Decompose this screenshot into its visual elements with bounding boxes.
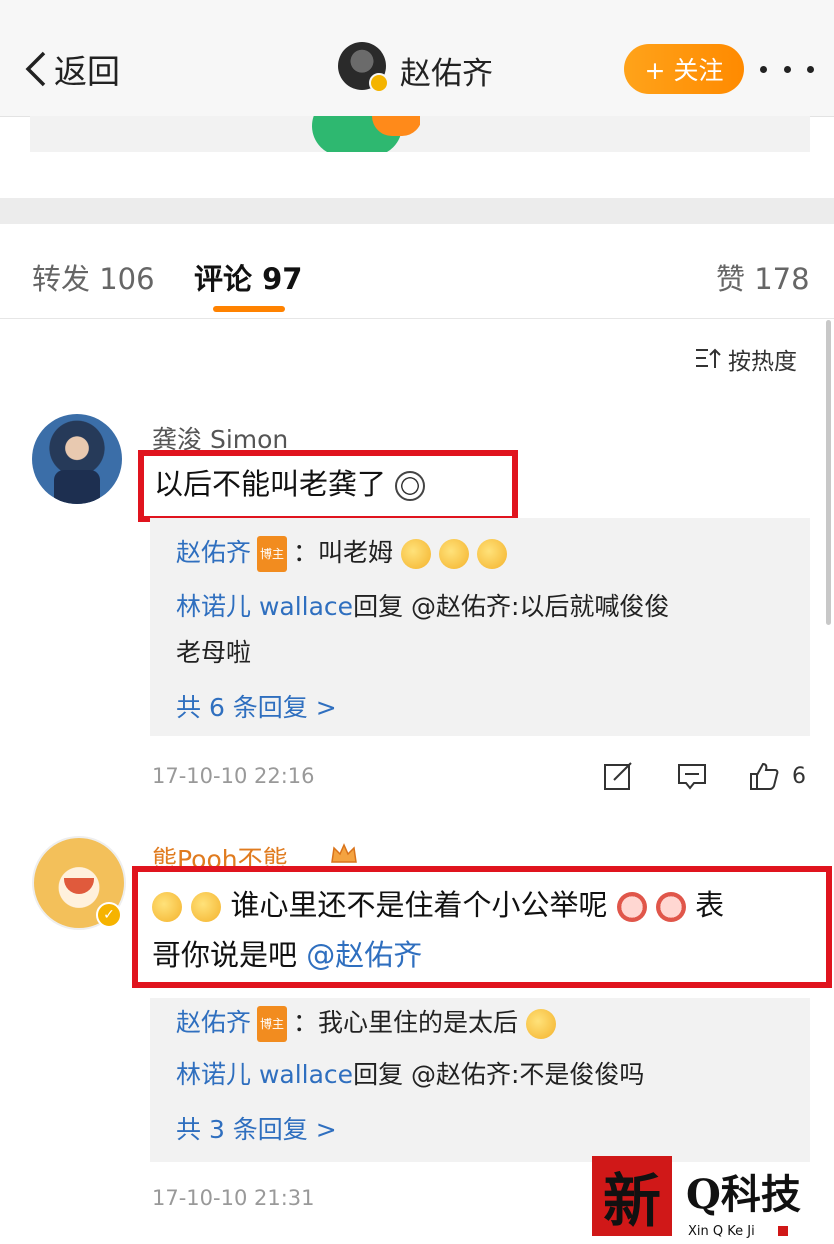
comment-text: 以后不能叫老龚了: [154, 459, 426, 509]
comment-timestamp: 17-10-10 22:16: [152, 764, 315, 788]
section-separator: [0, 198, 834, 224]
comment-text-line1: 谁心里还不是住着个小公举呢: [230, 888, 608, 922]
reply-line: 赵佑齐 博主 ：叫老姆: [176, 536, 507, 572]
header-user-name[interactable]: 赵佑齐: [400, 48, 493, 93]
view-more-replies-link[interactable]: 共 3 条回复 >: [176, 1110, 337, 1146]
reply-line: 林诺儿 wallace回复 @赵佑齐:不是俊俊吗: [176, 1058, 644, 1092]
comment-text: 谁心里还不是住着个小公举呢 表 哥你说是吧 @赵佑齐: [152, 880, 812, 980]
doge-emoji-icon: [395, 471, 426, 501]
reply-text: ：我心里住的是太后: [293, 1008, 519, 1037]
reply-author[interactable]: 林诺儿 wallace: [176, 592, 353, 621]
tab-reposts[interactable]: 转发 106: [32, 256, 155, 298]
watermark-title: Q科技: [686, 1171, 801, 1218]
thinking-emoji-icon: [191, 892, 222, 922]
author-tag: 博主: [257, 536, 288, 572]
thinking-emoji-icon: [401, 539, 431, 569]
repost-button[interactable]: [602, 760, 634, 792]
comment-timestamp: 17-10-10 21:31: [152, 1186, 315, 1210]
commenter-avatar[interactable]: [32, 414, 122, 504]
reply-text: 回复 @赵佑齐:不是俊俊吗: [353, 1060, 645, 1089]
watermark-mark: [778, 1226, 788, 1236]
thumbs-up-icon: [750, 762, 779, 790]
view-more-replies-link[interactable]: 共 6 条回复 >: [176, 688, 337, 724]
watermark-subtitle: Xin Q Ke Ji: [688, 1224, 755, 1239]
more-options-icon[interactable]: [760, 54, 814, 84]
reply-line-continued: 老母啦: [176, 638, 252, 667]
follow-button[interactable]: + 关注: [624, 44, 744, 94]
thinking-emoji-icon: [526, 1009, 556, 1039]
scrollbar[interactable]: [826, 320, 831, 625]
reply-line: 赵佑齐 博主 ：我心里住的是太后: [176, 1006, 556, 1042]
quoted-post-thumbnail[interactable]: [312, 116, 420, 152]
watermark-seal: 新: [592, 1156, 672, 1236]
like-button[interactable]: 6: [748, 760, 806, 792]
sort-label: 按热度: [728, 349, 797, 375]
reply-text: 回复 @赵佑齐:以后就喊俊俊: [353, 592, 670, 621]
comment-text-line2: 哥你说是吧: [152, 938, 298, 972]
thinking-emoji-icon: [476, 539, 507, 569]
pig-emoji-icon: [616, 892, 647, 922]
comment-text-end: 表: [695, 888, 725, 922]
quoted-post-card[interactable]: [30, 116, 810, 152]
comment-icon: [678, 764, 706, 790]
reply-author[interactable]: 赵佑齐: [176, 538, 251, 567]
active-tab-indicator: [213, 306, 285, 312]
chevron-left-icon: [25, 51, 46, 87]
verified-badge-icon: ✓: [96, 902, 122, 928]
thinking-emoji-icon: [152, 892, 182, 922]
reply-button[interactable]: [676, 760, 708, 792]
tab-likes[interactable]: 赞 178: [716, 256, 810, 298]
author-tag: 博主: [257, 1006, 288, 1042]
sort-icon: [696, 348, 721, 368]
tabs-divider: [0, 318, 834, 319]
reply-line: 林诺儿 wallace回复 @赵佑齐:以后就喊俊俊: [176, 590, 669, 624]
edit-share-icon: [604, 762, 632, 790]
reply-author[interactable]: 赵佑齐: [176, 1008, 251, 1037]
sort-by-hot-button[interactable]: 按热度: [694, 342, 797, 376]
reply-author[interactable]: 林诺儿 wallace: [176, 1060, 353, 1089]
comment-text-body: 以后不能叫老龚了: [154, 467, 387, 501]
member-crown-icon: [331, 843, 357, 863]
thinking-emoji-icon: [438, 539, 469, 569]
pig-emoji-icon: [655, 892, 686, 922]
back-label: 返回: [54, 52, 120, 91]
verified-badge-icon: [369, 73, 389, 93]
mention-link[interactable]: @赵佑齐: [306, 938, 422, 972]
reply-text: ：叫老姆: [293, 538, 394, 567]
back-button[interactable]: 返回: [22, 44, 120, 94]
user-avatar[interactable]: [338, 42, 389, 93]
tab-comments[interactable]: 评论 97: [194, 256, 302, 298]
like-count: 6: [792, 763, 806, 789]
